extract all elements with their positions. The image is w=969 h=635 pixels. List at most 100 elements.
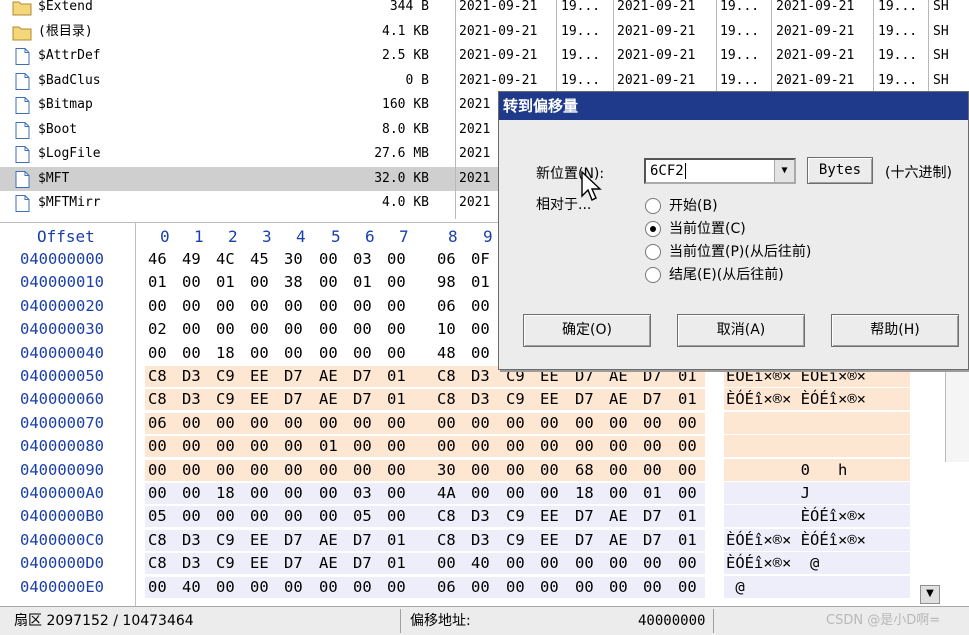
ascii-text[interactable]: ÈÓÉî×®× ÈÓÉî×®× xyxy=(724,388,910,411)
hex-byte[interactable]: 00 xyxy=(284,318,314,341)
hex-byte[interactable]: EE xyxy=(250,552,280,575)
hex-byte[interactable]: 00 xyxy=(148,576,178,599)
hex-byte[interactable]: AE xyxy=(319,388,349,411)
hex-byte[interactable]: 00 xyxy=(353,412,383,435)
hex-byte[interactable]: 02 xyxy=(148,318,178,341)
hex-byte[interactable]: 01 xyxy=(319,435,349,458)
hex-byte[interactable]: 00 xyxy=(250,576,280,599)
hex-byte[interactable]: 00 xyxy=(609,435,639,458)
hex-byte[interactable]: 00 xyxy=(284,412,314,435)
hex-byte[interactable]: 00 xyxy=(471,412,501,435)
hex-byte[interactable]: D7 xyxy=(284,529,314,552)
hex-byte[interactable]: D3 xyxy=(182,388,212,411)
hex-byte[interactable]: 00 xyxy=(387,576,417,599)
hex-byte[interactable]: C8 xyxy=(437,365,467,388)
hex-byte[interactable]: 00 xyxy=(506,459,536,482)
hex-byte[interactable]: 00 xyxy=(216,412,246,435)
hex-byte[interactable]: 06 xyxy=(437,576,467,599)
hex-byte[interactable]: 03 xyxy=(353,482,383,505)
hex-row[interactable]: 0400000C0 C8 D3 C9 EE D7 AE D7 01 C8 D3 C9 EE D7 AE D7 0… xyxy=(0,528,969,552)
hex-byte[interactable]: C9 xyxy=(216,388,246,411)
hex-byte[interactable]: 00 xyxy=(182,271,212,294)
hex-byte[interactable]: 00 xyxy=(437,435,467,458)
help-button[interactable]: 帮助(H) xyxy=(831,314,959,347)
hex-byte[interactable]: 00 xyxy=(216,295,246,318)
hex-byte[interactable]: 00 xyxy=(284,482,314,505)
hex-byte[interactable]: EE xyxy=(540,388,570,411)
hex-byte[interactable]: 01 xyxy=(387,388,417,411)
hex-byte[interactable]: 00 xyxy=(540,435,570,458)
hex-byte[interactable]: 00 xyxy=(387,505,417,528)
ascii-text[interactable]: ÈÓÉî×®× xyxy=(724,505,910,528)
hex-byte[interactable]: 00 xyxy=(353,318,383,341)
hex-byte[interactable]: D7 xyxy=(284,365,314,388)
hex-byte[interactable]: D7 xyxy=(353,388,383,411)
hex-byte[interactable]: 01 xyxy=(471,271,501,294)
hex-byte[interactable]: 00 xyxy=(471,295,501,318)
hex-byte[interactable]: C8 xyxy=(437,529,467,552)
hex-byte[interactable]: 06 xyxy=(437,295,467,318)
hex-row[interactable]: 040000070 06 00 00 00 00 00 00 00 00 00 00 00 00 00 00 0… xyxy=(0,411,969,435)
hex-byte[interactable]: EE xyxy=(540,529,570,552)
hex-byte[interactable]: 01 xyxy=(678,529,708,552)
hex-byte[interactable]: D7 xyxy=(643,505,673,528)
hex-byte[interactable]: 45 xyxy=(250,248,280,271)
hex-byte[interactable]: 00 xyxy=(609,412,639,435)
hex-byte[interactable]: 01 xyxy=(387,529,417,552)
hex-byte[interactable]: 00 xyxy=(284,576,314,599)
hex-byte[interactable]: 05 xyxy=(353,505,383,528)
ascii-text[interactable]: @ xyxy=(724,575,910,598)
hex-byte[interactable]: 98 xyxy=(437,271,467,294)
hex-row[interactable]: 0400000D0 C8 D3 C9 EE D7 AE D7 01 00 40 00 00 00 00 00 0… xyxy=(0,552,969,575)
hex-byte[interactable]: 00 xyxy=(182,318,212,341)
hex-byte[interactable]: 00 xyxy=(609,552,639,575)
hex-byte[interactable]: 00 xyxy=(182,342,212,365)
hex-byte[interactable]: C9 xyxy=(506,505,536,528)
hex-byte[interactable]: 00 xyxy=(353,576,383,599)
hex-row[interactable]: 040000080 00 00 00 00 00 01 00 00 00 00 00 00 00 00 00 0… xyxy=(0,435,969,458)
hex-byte[interactable]: 00 xyxy=(540,576,570,599)
radio-current[interactable] xyxy=(645,221,661,237)
hex-byte[interactable]: 46 xyxy=(148,248,178,271)
hex-byte[interactable]: 18 xyxy=(575,482,605,505)
hex-byte[interactable]: 00 xyxy=(182,435,212,458)
hex-byte[interactable]: 00 xyxy=(387,412,417,435)
hex-byte[interactable]: 01 xyxy=(148,271,178,294)
hex-byte[interactable]: 01 xyxy=(353,271,383,294)
hex-byte[interactable]: AE xyxy=(609,529,639,552)
hex-byte[interactable]: 01 xyxy=(643,482,673,505)
hex-byte[interactable]: AE xyxy=(609,505,639,528)
hex-byte[interactable]: 30 xyxy=(437,459,467,482)
hex-byte[interactable]: D7 xyxy=(575,529,605,552)
hex-byte[interactable]: C8 xyxy=(148,365,178,388)
hex-byte[interactable]: 00 xyxy=(471,318,501,341)
hex-byte[interactable]: 00 xyxy=(216,435,246,458)
hex-byte[interactable]: 01 xyxy=(678,388,708,411)
hex-byte[interactable]: C8 xyxy=(148,552,178,575)
hex-byte[interactable]: 00 xyxy=(387,435,417,458)
hex-byte[interactable]: 00 xyxy=(506,435,536,458)
hex-byte[interactable]: 49 xyxy=(182,248,212,271)
hex-byte[interactable]: 00 xyxy=(506,576,536,599)
hex-byte[interactable]: 00 xyxy=(319,248,349,271)
hex-byte[interactable]: 00 xyxy=(284,505,314,528)
new-position-input[interactable]: 6CF2 ▼ xyxy=(644,158,796,184)
hex-byte[interactable]: 00 xyxy=(284,295,314,318)
ascii-text[interactable]: J xyxy=(724,482,910,504)
hex-byte[interactable]: 00 xyxy=(609,482,639,505)
hex-byte[interactable]: 00 xyxy=(575,412,605,435)
hex-byte[interactable]: D7 xyxy=(643,388,673,411)
hex-byte[interactable]: 00 xyxy=(540,482,570,505)
hex-byte[interactable]: EE xyxy=(540,505,570,528)
hex-byte[interactable]: D3 xyxy=(182,365,212,388)
hex-byte[interactable]: D3 xyxy=(471,529,501,552)
hex-byte[interactable]: 00 xyxy=(148,459,178,482)
hex-byte[interactable]: D3 xyxy=(471,388,501,411)
hex-byte[interactable]: 00 xyxy=(319,342,349,365)
hex-byte[interactable]: 18 xyxy=(216,342,246,365)
ascii-text[interactable] xyxy=(724,411,910,434)
hex-byte[interactable]: 06 xyxy=(437,248,467,271)
hex-byte[interactable]: D7 xyxy=(575,505,605,528)
chevron-down-icon[interactable]: ▼ xyxy=(774,160,794,182)
hex-byte[interactable]: 68 xyxy=(575,459,605,482)
